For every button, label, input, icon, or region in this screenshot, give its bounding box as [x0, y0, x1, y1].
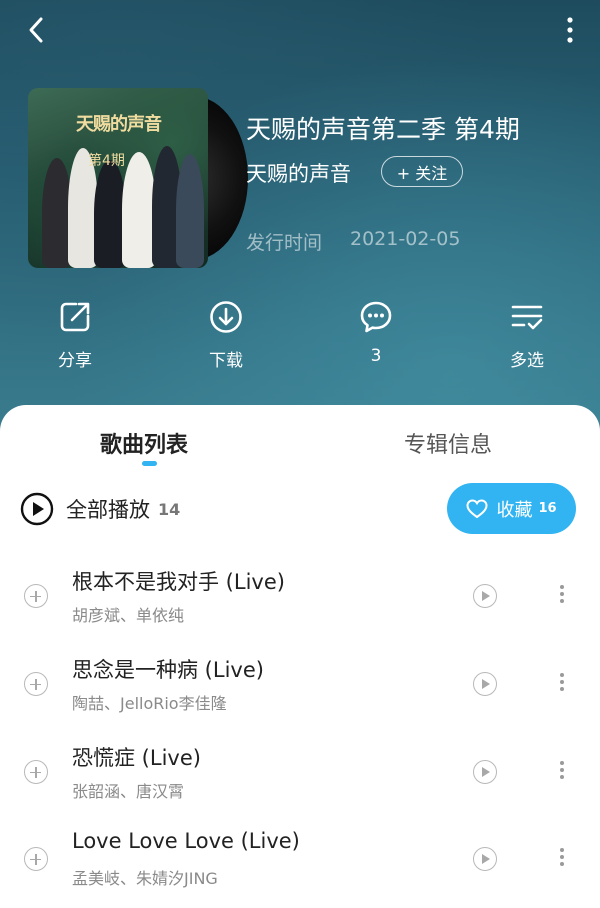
more-options-button[interactable]: [560, 16, 580, 44]
add-to-playlist-icon[interactable]: [24, 760, 48, 784]
comments-count: 3: [370, 346, 382, 366]
download-label: 下载: [209, 351, 243, 371]
album-header: 天赐的声音 第4期 天赐的声音第二季 第4期 天赐的声音 + 关注 发行时间 2…: [0, 0, 600, 440]
favorite-label: 收藏: [496, 499, 533, 521]
song-title: 根本不是我对手 (Live): [72, 570, 285, 594]
multi-select-label: 多选: [510, 351, 544, 371]
download-button[interactable]: 下载: [186, 300, 266, 371]
play-video-icon[interactable]: [473, 672, 497, 696]
release-date-label: 发行时间: [246, 232, 323, 254]
comment-icon: [360, 301, 392, 333]
album-cover: 天赐的声音 第4期: [28, 88, 208, 268]
play-video-icon[interactable]: [473, 847, 497, 871]
song-title: 恐慌症 (Live): [72, 746, 201, 770]
play-video-icon[interactable]: [473, 760, 497, 784]
song-more-icon[interactable]: [554, 670, 570, 698]
heart-icon: [466, 498, 488, 518]
song-more-icon[interactable]: [554, 845, 570, 873]
active-tab-indicator: [142, 461, 157, 466]
song-artists: 胡彦斌、单依纯: [72, 606, 185, 625]
song-row[interactable]: 思念是一种病 (Live) 陶喆、JelloRio李佳隆: [0, 650, 600, 730]
follow-button[interactable]: + 关注: [381, 156, 463, 187]
add-to-playlist-icon[interactable]: [24, 672, 48, 696]
favorite-count: 16: [538, 501, 557, 516]
song-artists: 孟美岐、朱婧汐JING: [72, 869, 218, 888]
song-row[interactable]: 根本不是我对手 (Live) 胡彦斌、单依纯: [0, 562, 600, 642]
multi-select-icon: [511, 305, 543, 330]
download-icon: [210, 301, 242, 333]
tab-song-list[interactable]: 歌曲列表: [100, 427, 188, 459]
favorite-button[interactable]: 收藏 16: [447, 483, 576, 534]
album-cover-wrapper[interactable]: 天赐的声音 第4期: [28, 88, 248, 268]
back-button[interactable]: [22, 16, 50, 44]
share-icon: [60, 302, 90, 332]
song-row[interactable]: Love Love Love (Live) 孟美岐、朱婧汐JING: [0, 825, 600, 905]
share-label: 分享: [58, 351, 92, 371]
play-video-icon[interactable]: [473, 584, 497, 608]
album-title: 天赐的声音第二季 第4期: [246, 115, 520, 144]
release-date-value: 2021-02-05: [350, 228, 461, 250]
song-title: 思念是一种病 (Live): [72, 658, 264, 682]
tab-album-info[interactable]: 专辑信息: [404, 427, 492, 459]
song-row[interactable]: 恐慌症 (Live) 张韶涵、唐汉霄: [0, 738, 600, 818]
cover-logo-text: 天赐的声音: [76, 114, 162, 135]
play-circle-icon: [20, 492, 54, 526]
song-artists: 张韶涵、唐汉霄: [72, 782, 185, 801]
song-more-icon[interactable]: [554, 758, 570, 786]
comments-button[interactable]: 3: [336, 300, 416, 366]
play-all-label: 全部播放: [66, 498, 150, 522]
song-more-icon[interactable]: [554, 582, 570, 610]
artist-name[interactable]: 天赐的声音: [246, 158, 351, 188]
song-artists: 陶喆、JelloRio李佳隆: [72, 694, 227, 713]
add-to-playlist-icon[interactable]: [24, 584, 48, 608]
share-button[interactable]: 分享: [35, 300, 115, 371]
song-title: Love Love Love (Live): [72, 829, 300, 853]
chevron-left-icon: [29, 17, 43, 43]
play-all-button[interactable]: 全部播放 14: [20, 491, 180, 527]
song-list-sheet: 歌曲列表 专辑信息 全部播放 14 收藏 16 根本不是我对手 (Live) 胡…: [0, 405, 600, 908]
play-all-count: 14: [158, 499, 181, 519]
add-to-playlist-icon[interactable]: [24, 847, 48, 871]
multi-select-button[interactable]: 多选: [487, 300, 567, 371]
cover-episode-text: 第4期: [88, 153, 125, 169]
vertical-dots-icon: [567, 17, 573, 43]
